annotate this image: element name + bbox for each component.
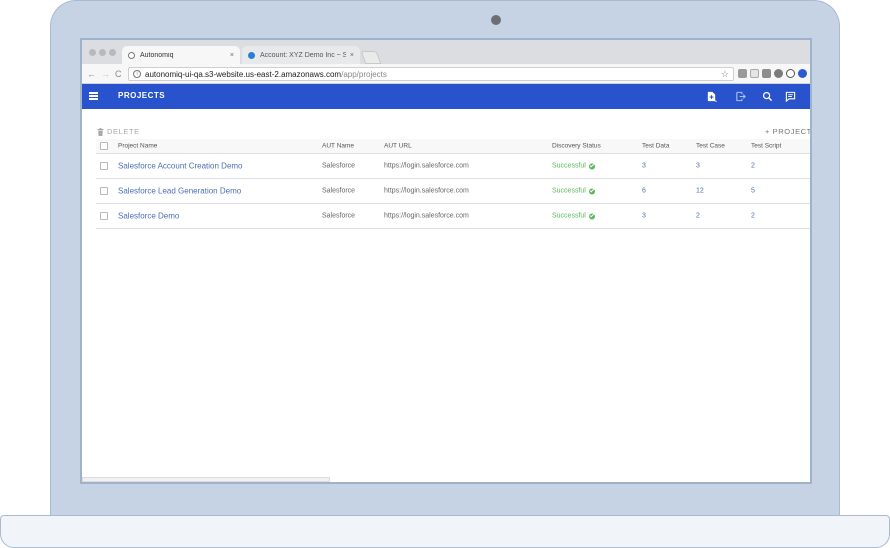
- chat-icon[interactable]: [785, 91, 796, 102]
- column-header-discovery-status[interactable]: Discovery Status: [552, 143, 601, 150]
- export-icon[interactable]: [735, 91, 746, 102]
- tab-title: Autonomiq: [140, 51, 174, 59]
- tab-close-icon[interactable]: ×: [230, 52, 234, 59]
- tab-title: Account: XYZ Demo Inc ~ Sale: [260, 51, 346, 59]
- extension-icon[interactable]: [786, 69, 795, 78]
- check-circle-icon: [588, 213, 595, 219]
- new-document-icon[interactable]: [706, 91, 717, 102]
- project-name-link[interactable]: Salesforce Account Creation Demo: [118, 162, 243, 171]
- column-header-aut-name[interactable]: AUT Name: [322, 143, 354, 150]
- test-data-count[interactable]: 3: [642, 213, 646, 220]
- screen: Autonomiq × Account: XYZ Demo Inc ~ Sale…: [80, 38, 812, 484]
- camera: [491, 15, 501, 25]
- new-tab-button[interactable]: [360, 51, 382, 64]
- test-case-count[interactable]: 12: [696, 188, 704, 195]
- page-title: PROJECTS: [118, 91, 166, 100]
- search-icon[interactable]: [762, 91, 773, 102]
- test-case-count[interactable]: 2: [696, 213, 700, 220]
- projects-table: Project Name AUT Name AUT URL Discovery …: [96, 139, 810, 229]
- test-script-count[interactable]: 2: [751, 213, 755, 220]
- bookmark-star-icon[interactable]: ☆: [721, 68, 729, 80]
- test-data-count[interactable]: 3: [642, 163, 646, 170]
- test-data-count[interactable]: 6: [642, 188, 646, 195]
- column-header-aut-url[interactable]: AUT URL: [384, 143, 412, 150]
- column-header-test-script[interactable]: Test Script: [751, 143, 781, 150]
- delete-button[interactable]: DELETE: [97, 127, 140, 136]
- row-checkbox[interactable]: [100, 187, 108, 195]
- table-row[interactable]: Salesforce Account Creation Demo Salesfo…: [96, 154, 810, 179]
- column-header-test-case[interactable]: Test Case: [696, 143, 725, 150]
- test-case-count[interactable]: 3: [696, 163, 700, 170]
- hamburger-menu-icon[interactable]: [89, 92, 98, 100]
- back-arrow-icon[interactable]: ←: [87, 68, 96, 80]
- project-name-link[interactable]: Salesforce Lead Generation Demo: [118, 187, 241, 196]
- window-minimize-button[interactable]: [99, 49, 106, 56]
- laptop-base: [0, 515, 890, 548]
- status-text: Successful: [552, 187, 586, 195]
- status-text: Successful: [552, 162, 586, 170]
- aut-url: https://login.salesforce.com: [384, 212, 469, 220]
- row-checkbox[interactable]: [100, 212, 108, 220]
- extension-icon[interactable]: [750, 69, 759, 78]
- tab-close-icon[interactable]: ×: [350, 52, 354, 59]
- aut-name: Salesforce: [322, 187, 356, 195]
- aut-name: Salesforce: [322, 212, 356, 220]
- test-script-count[interactable]: 2: [751, 163, 755, 170]
- check-circle-icon: [588, 163, 595, 169]
- autonomiq-favicon-icon: [128, 51, 135, 59]
- trash-icon: [97, 127, 104, 136]
- window-close-button[interactable]: [89, 49, 96, 56]
- table-row[interactable]: Salesforce Lead Generation Demo Salesfor…: [96, 179, 810, 204]
- aut-name: Salesforce: [322, 162, 356, 170]
- row-checkbox[interactable]: [100, 162, 108, 170]
- discovery-status: Successful: [552, 213, 595, 220]
- reload-icon[interactable]: C: [115, 68, 122, 80]
- table-row[interactable]: Salesforce Demo Salesforce https://login…: [96, 204, 810, 229]
- salesforce-favicon-icon: [248, 51, 255, 59]
- column-header-project-name[interactable]: Project Name: [118, 143, 157, 150]
- aut-url: https://login.salesforce.com: [384, 187, 469, 195]
- project-name-link[interactable]: Salesforce Demo: [118, 212, 179, 221]
- extension-icon[interactable]: [762, 69, 771, 78]
- address-bar[interactable]: i autonomiq-ui-qa.s3-website.us-east-2.a…: [128, 67, 734, 81]
- delete-label: DELETE: [107, 127, 140, 136]
- window-zoom-button[interactable]: [109, 49, 116, 56]
- app-header: PROJECTS: [82, 84, 810, 109]
- browser-toolbar: ← → C i autonomiq-ui-qa.s3-website.us-ea…: [82, 64, 810, 84]
- table-header: Project Name AUT Name AUT URL Discovery …: [96, 139, 810, 154]
- extension-icon[interactable]: [798, 69, 807, 78]
- test-script-count[interactable]: 5: [751, 188, 755, 195]
- add-project-button[interactable]: + PROJECT: [765, 127, 810, 136]
- column-header-test-data[interactable]: Test Data: [642, 143, 669, 150]
- select-all-checkbox[interactable]: [100, 142, 108, 150]
- browser-tab-autonomiq[interactable]: Autonomiq ×: [122, 46, 240, 64]
- forward-arrow-icon[interactable]: →: [101, 68, 110, 80]
- discovery-status: Successful: [552, 163, 595, 170]
- status-text: Successful: [552, 212, 586, 220]
- discovery-status: Successful: [552, 188, 595, 195]
- browser-tab-salesforce[interactable]: Account: XYZ Demo Inc ~ Sale ×: [242, 46, 360, 64]
- url-host: autonomiq-ui-qa.s3-website.us-east-2.ama…: [145, 69, 342, 79]
- horizontal-scrollbar[interactable]: [82, 477, 330, 482]
- extension-icon[interactable]: [774, 69, 783, 78]
- site-info-icon[interactable]: i: [133, 70, 141, 78]
- check-circle-icon: [588, 188, 595, 194]
- url-path: /app/projects: [341, 69, 387, 79]
- browser-tabstrip: Autonomiq × Account: XYZ Demo Inc ~ Sale…: [82, 40, 810, 64]
- aut-url: https://login.salesforce.com: [384, 162, 469, 170]
- extension-icons: [738, 69, 807, 78]
- extension-icon[interactable]: [738, 69, 747, 78]
